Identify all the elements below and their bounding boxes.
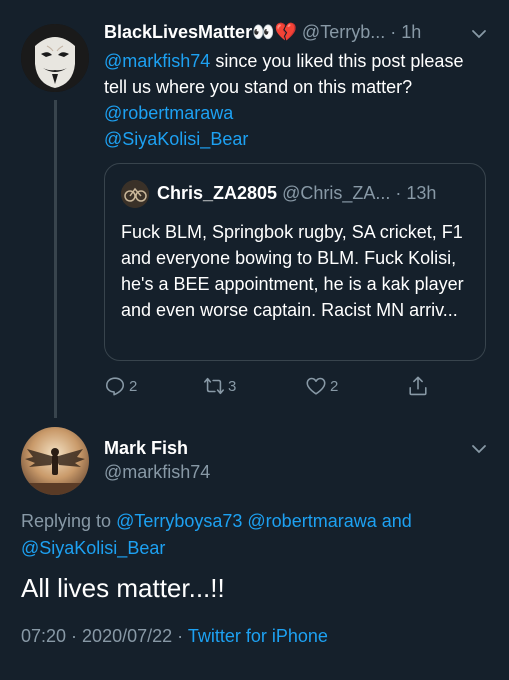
avatar-markfish[interactable] bbox=[21, 427, 89, 495]
reply-tweet-text: All lives matter...!! bbox=[21, 573, 225, 603]
quoted-display-name[interactable]: Chris_ZA2805 bbox=[157, 183, 277, 203]
name-emojis: 👀💔 bbox=[252, 22, 297, 42]
thread-connector-line bbox=[54, 100, 57, 418]
retweet-button[interactable]: 3 bbox=[203, 374, 236, 398]
quoted-avatar[interactable] bbox=[121, 180, 149, 208]
reply-count: 2 bbox=[129, 377, 138, 395]
mention-markfish74[interactable]: @markfish74 bbox=[104, 51, 210, 71]
quoted-time[interactable]: 13h bbox=[406, 183, 436, 203]
reply-handle[interactable]: @markfish74 bbox=[104, 462, 210, 483]
quoted-tweet-header: Chris_ZA2805 @Chris_ZA... · 13h bbox=[157, 183, 436, 204]
meta-separator: · bbox=[66, 626, 83, 646]
quoted-time-separator: · bbox=[395, 183, 402, 203]
quoted-handle[interactable]: @Chris_ZA... bbox=[282, 183, 390, 203]
meta-separator: · bbox=[172, 626, 188, 646]
reply-icon bbox=[105, 377, 125, 396]
parent-time-separator: · bbox=[390, 22, 397, 42]
like-button[interactable]: 2 bbox=[305, 374, 338, 398]
quoted-tweet-text: Fuck BLM, Springbok rugby, SA cricket, F… bbox=[121, 222, 464, 320]
tweet-source[interactable]: Twitter for iPhone bbox=[188, 626, 328, 646]
share-icon bbox=[409, 376, 427, 396]
parent-handle[interactable]: @Terryb... bbox=[302, 22, 385, 42]
mention-robertmarawa[interactable]: @robertmarawa bbox=[104, 103, 233, 123]
replying-to-label: Replying to bbox=[21, 511, 117, 531]
like-icon bbox=[306, 377, 326, 395]
parent-tweet-header: BlackLivesMatter👀💔 @Terryb... · 1h bbox=[104, 22, 421, 43]
reply-display-name[interactable]: Mark Fish bbox=[104, 438, 188, 459]
tweet-time[interactable]: 07:20 bbox=[21, 626, 66, 646]
retweet-icon bbox=[204, 377, 224, 395]
mention-siyakolisi[interactable]: @SiyaKolisi_Bear bbox=[104, 129, 248, 149]
tweet-date[interactable]: 2020/07/22 bbox=[82, 626, 172, 646]
replying-to: Replying to @Terryboysa73 @robertmarawa … bbox=[21, 508, 491, 562]
reply-button[interactable]: 2 bbox=[104, 374, 137, 398]
tweet-meta: 07:20 · 2020/07/22 · Twitter for iPhone bbox=[21, 626, 328, 647]
parent-display-name[interactable]: BlackLivesMatter bbox=[104, 22, 252, 42]
retweet-count: 3 bbox=[228, 377, 237, 395]
parent-time[interactable]: 1h bbox=[401, 22, 421, 42]
like-count: 2 bbox=[330, 377, 339, 395]
replying-user-siyakolisi[interactable]: @SiyaKolisi_Bear bbox=[21, 538, 165, 558]
replying-and[interactable]: and bbox=[377, 511, 412, 531]
reply-chevron-down-icon[interactable] bbox=[471, 441, 487, 462]
avatar-blacklivesmatter[interactable] bbox=[21, 24, 89, 92]
quoted-tweet-card[interactable]: Chris_ZA2805 @Chris_ZA... · 13h Fuck BLM… bbox=[104, 163, 486, 361]
replying-user-robertmarawa[interactable]: @robertmarawa bbox=[247, 511, 376, 531]
parent-tweet-text: @markfish74 since you liked this post pl… bbox=[104, 48, 486, 152]
replying-user-terryboysa73[interactable]: @Terryboysa73 bbox=[116, 511, 242, 531]
share-button[interactable] bbox=[407, 374, 429, 398]
parent-chevron-down-icon[interactable] bbox=[471, 26, 487, 47]
